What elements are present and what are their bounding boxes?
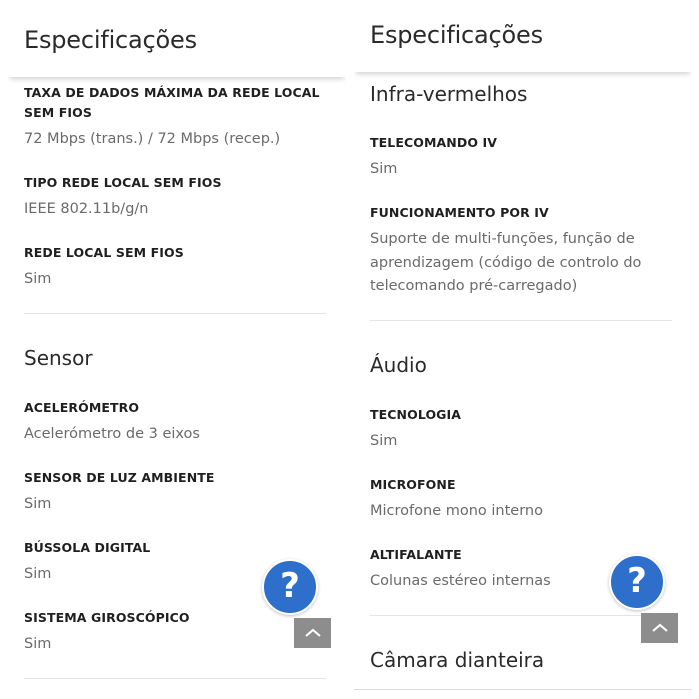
scroll-to-top-button[interactable] — [294, 618, 331, 648]
section-title-front-camera: Câmara dianteira — [370, 648, 545, 672]
page-title: Especificações — [24, 26, 197, 54]
spec-value-ir-remote: Sim — [370, 161, 398, 177]
spec-value-light-sensor: Sim — [24, 496, 52, 512]
spec-value-microphone: Microfone mono interno — [370, 503, 543, 519]
page-title: Especificações — [370, 21, 543, 49]
spec-label-ir-function: FUNCIONAMENTO POR IV — [370, 205, 549, 220]
scroll-to-top-button[interactable] — [641, 613, 678, 643]
spec-label-technology: TECNOLOGIA — [370, 407, 462, 422]
help-button[interactable]: ? — [609, 554, 665, 610]
spec-label-ir-remote: TELECOMANDO IV — [370, 135, 498, 150]
spec-value-ir-function-line1: Suporte de multi-funções, função de — [370, 231, 635, 247]
spec-label-accelerometer: ACELERÓMETRO — [24, 400, 140, 415]
section-title-audio: Áudio — [370, 353, 427, 377]
section-divider — [370, 320, 672, 321]
spec-label-microphone: MICROFONE — [370, 477, 456, 492]
spec-label-gyroscope: SISTEMA GIROSCÓPICO — [24, 610, 190, 625]
right-spec-panel: Especificações Infra-vermelhos TELECOMAN… — [354, 0, 692, 699]
section-divider — [370, 615, 672, 616]
panel-header: Especificações — [354, 0, 692, 72]
spec-label-light-sensor: SENSOR DE LUZ AMBIENTE — [24, 470, 215, 485]
spec-value-speaker: Colunas estéreo internas — [370, 573, 551, 589]
question-mark-icon: ? — [627, 561, 647, 601]
section-title-infrared: Infra-vermelhos — [370, 82, 528, 106]
spec-value-wlan: Sim — [24, 271, 52, 287]
chevron-up-icon — [304, 628, 321, 637]
spec-label-compass: BÚSSOLA DIGITAL — [24, 540, 151, 555]
spec-value-ir-function-line3: telecomando pré-carregado) — [370, 278, 578, 294]
spec-label-wlan-type: TIPO REDE LOCAL SEM FIOS — [24, 175, 222, 190]
chevron-up-icon — [651, 623, 668, 632]
spec-label-wlan-max-rate: TAXA DE DADOS MÁXIMA DA REDE LOCAL — [24, 85, 320, 100]
section-title-sensor: Sensor — [24, 346, 93, 370]
section-divider — [24, 678, 326, 679]
spec-value-gyroscope: Sim — [24, 636, 52, 652]
section-divider — [24, 313, 326, 314]
spec-value-accelerometer: Acelerómetro de 3 eixos — [24, 426, 200, 442]
question-mark-icon: ? — [280, 566, 300, 606]
spec-label-wlan: REDE LOCAL SEM FIOS — [24, 245, 184, 260]
spec-value-compass: Sim — [24, 566, 52, 582]
spec-value-wlan-type: IEEE 802.11b/g/n — [24, 201, 149, 217]
spec-value-ir-function-line2: aprendizagem (código de controlo do — [370, 254, 642, 271]
left-spec-panel: Especificações TAXA DE DADOS MÁXIMA DA R… — [8, 0, 346, 699]
spec-label-speaker: ALTIFALANTE — [370, 547, 462, 562]
bottom-divider — [354, 689, 692, 690]
spec-value-wlan-max-rate: 72 Mbps (trans.) / 72 Mbps (recep.) — [24, 131, 281, 147]
help-button[interactable]: ? — [262, 559, 318, 615]
panel-header: Especificações — [8, 0, 346, 77]
spec-value-technology: Sim — [370, 433, 398, 449]
spec-label-wlan-max-rate-cont: SEM FIOS — [24, 105, 92, 120]
